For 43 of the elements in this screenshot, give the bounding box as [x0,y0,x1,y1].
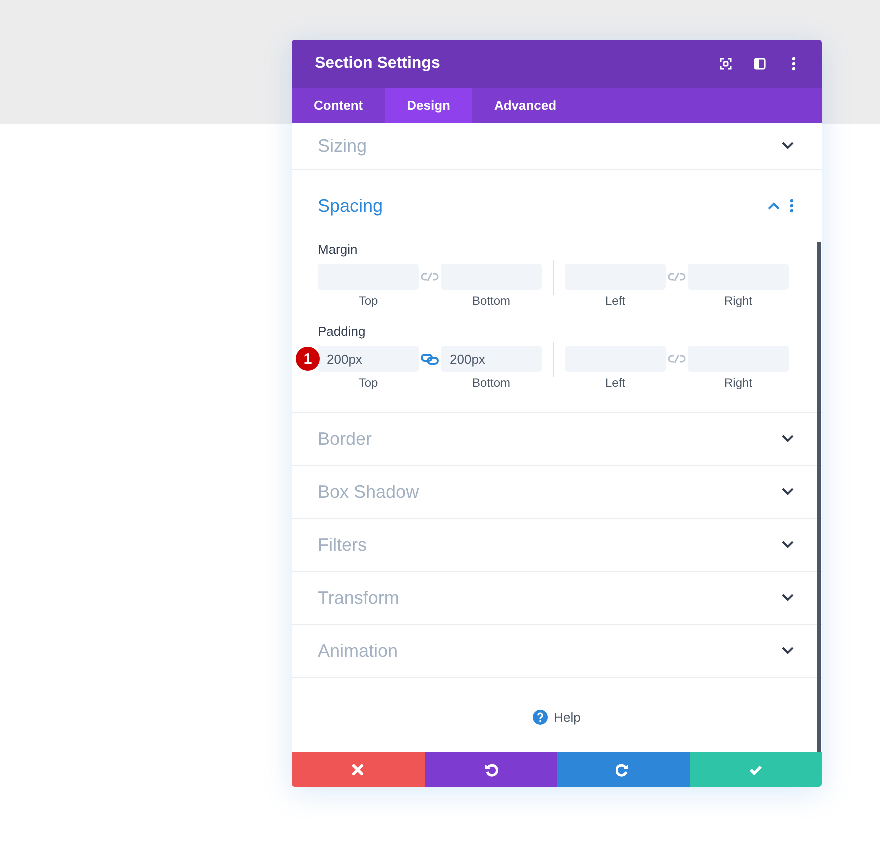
undo-button[interactable] [424,752,557,787]
field-label: Left [605,376,626,390]
group-label: Margin [318,242,359,257]
chevron-down-icon[interactable] [782,647,794,655]
panel-title: Section Settings [315,55,442,73]
help-icon [533,710,548,724]
save-button[interactable] [690,752,822,787]
chevron-down-icon[interactable] [782,594,794,602]
field-label: Right [724,294,752,308]
help-link[interactable]: Help [533,710,581,724]
section-title[interactable]: Animation [318,640,772,662]
input-field[interactable]: 200px [441,346,542,372]
section-title[interactable]: Border [318,428,772,450]
tab[interactable]: Design [385,88,472,123]
input-field[interactable]: 200px [318,346,419,372]
step-badge: 1 [296,347,320,371]
cancel-button[interactable] [292,752,424,787]
section-title[interactable]: Box Shadow [318,482,772,502]
section-title[interactable]: Filters [318,534,772,556]
close-icon [351,762,366,776]
tab[interactable]: Advanced [472,88,579,123]
section-title[interactable]: Sizing [318,136,772,156]
chevron-down-icon[interactable] [782,488,794,496]
section-title[interactable]: Transform [318,588,772,608]
chevron-down-icon[interactable] [782,541,794,549]
field-label: Top [358,376,378,390]
chevron-down-icon[interactable] [782,142,794,150]
chevron-down-icon[interactable] [782,435,794,443]
group-label: Padding [318,324,367,339]
redo-button[interactable] [557,752,690,787]
field-label: Top [358,294,378,308]
tab[interactable]: Content [292,88,386,123]
chevron-up-icon[interactable] [768,202,780,210]
section-title[interactable]: Spacing [318,196,758,216]
field-label: Left [605,294,626,308]
more-options-icon[interactable] [790,199,794,213]
undo-icon [484,762,498,776]
scrollbar-thumb[interactable] [817,242,821,752]
field-label: Right [724,376,752,390]
help-label: Help [554,710,581,724]
field-label: Bottom [472,376,510,390]
redo-icon [616,762,630,776]
field-label: Bottom [472,294,510,308]
